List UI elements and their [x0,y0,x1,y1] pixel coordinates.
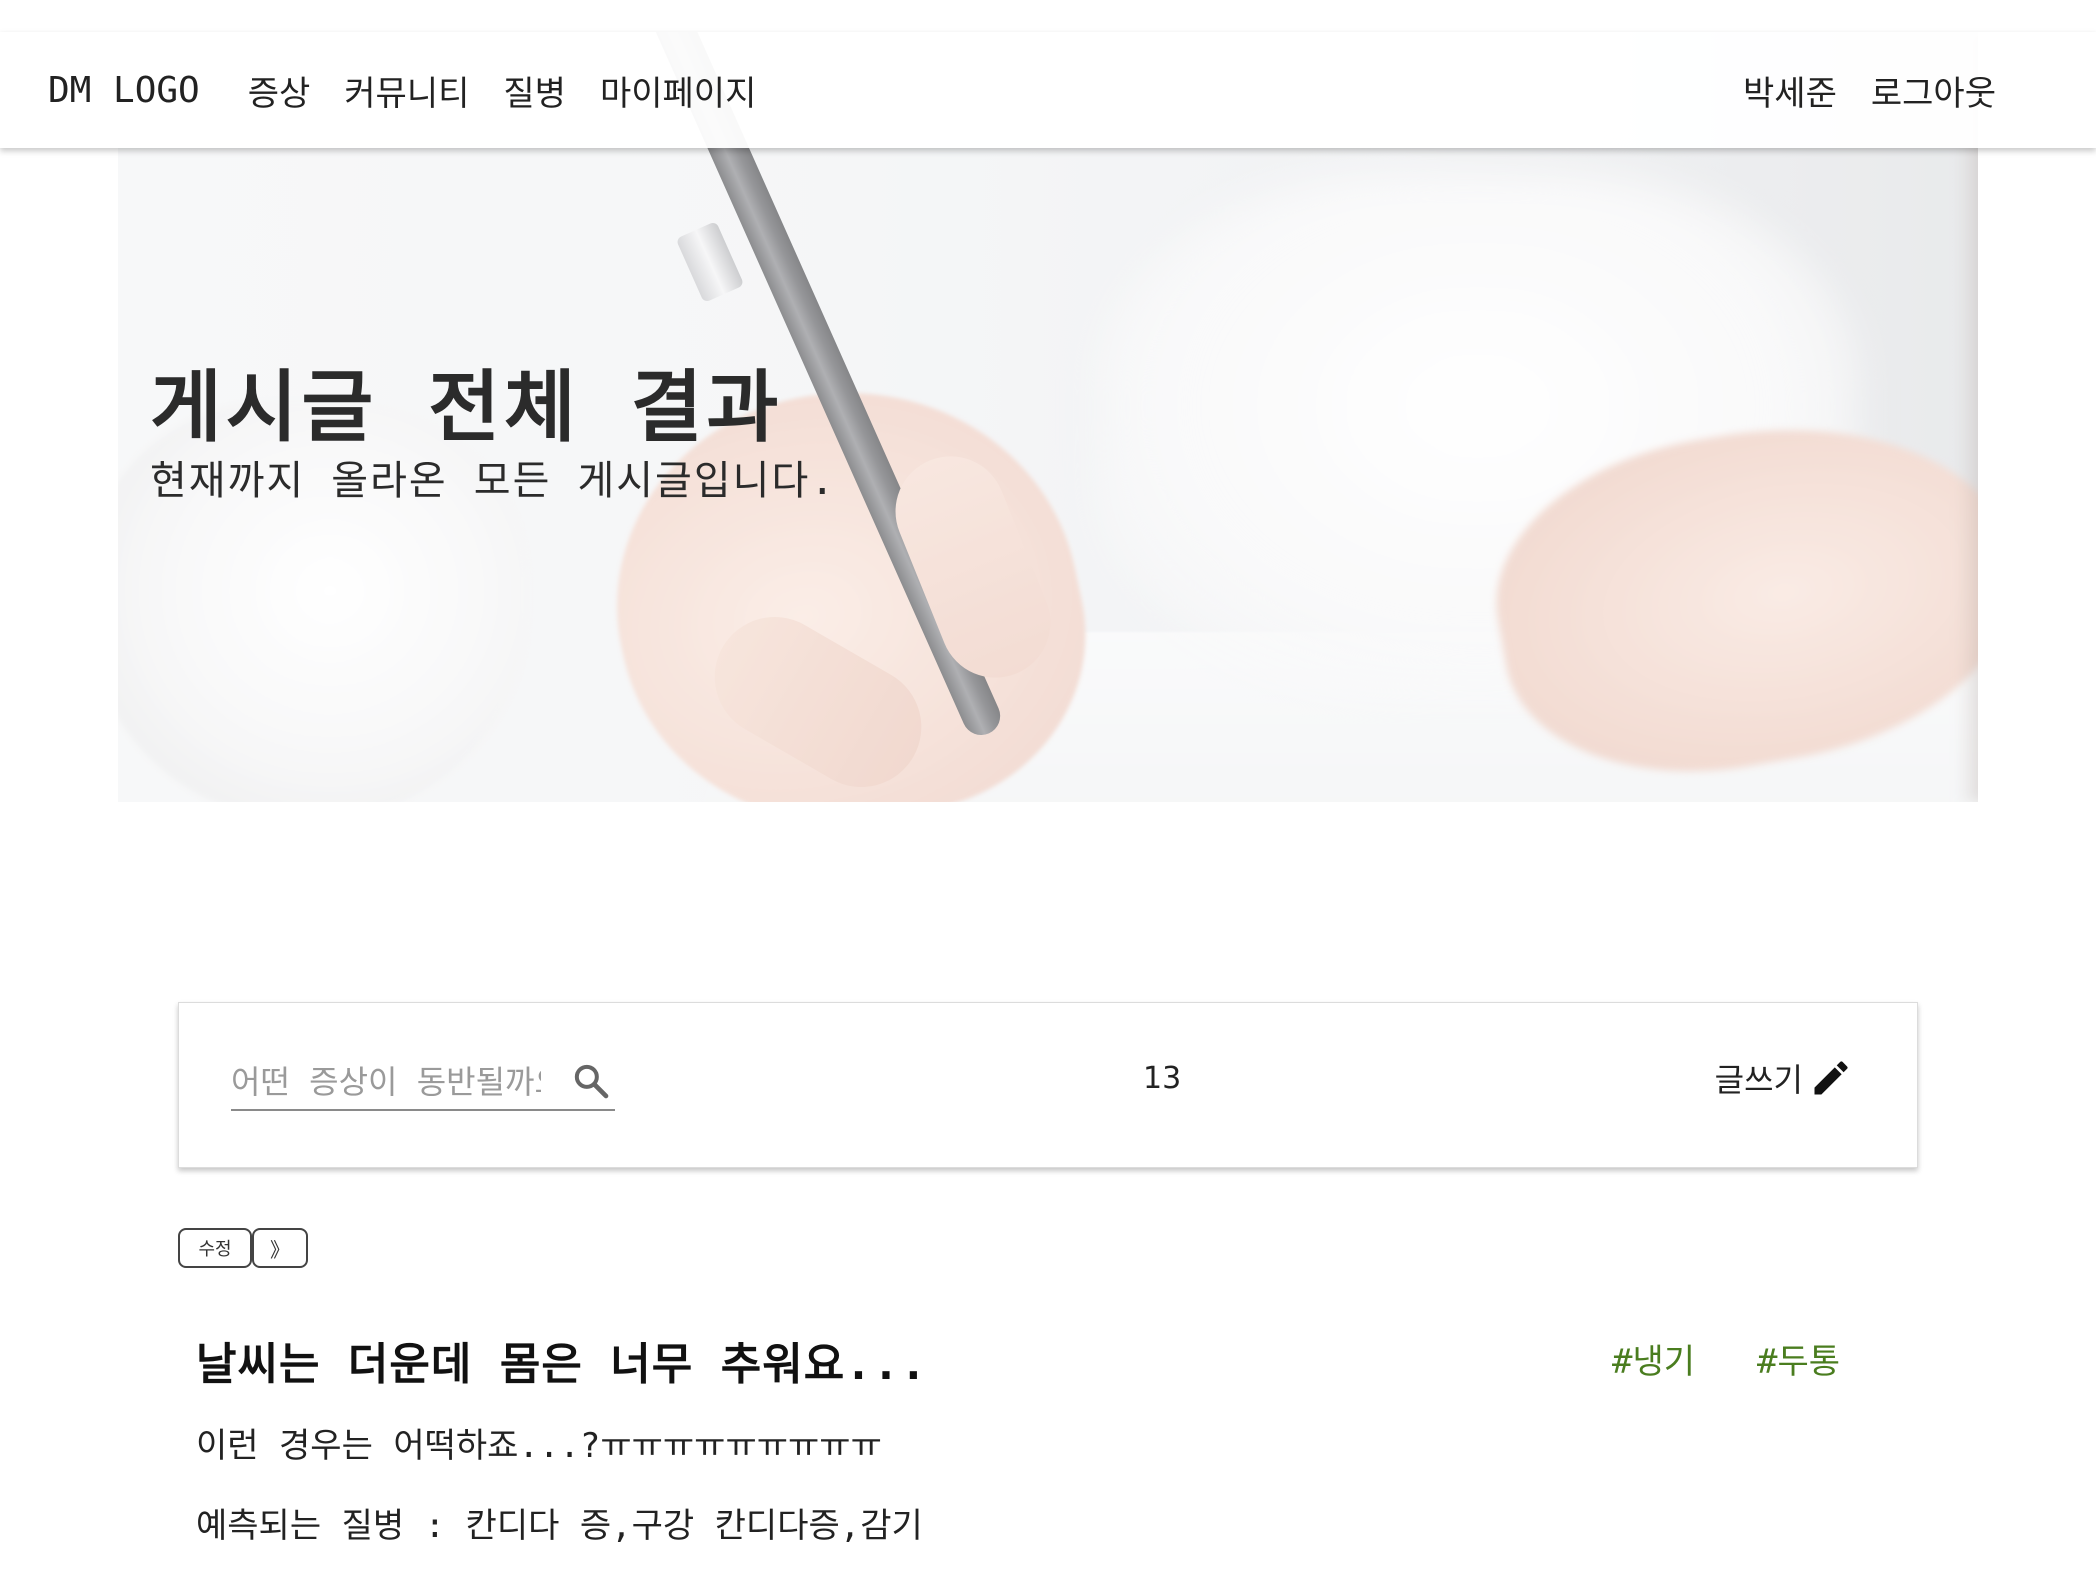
next-button[interactable]: 》 [252,1228,308,1268]
nav-links: 증상 커뮤니티 질병 마이페이지 [248,66,757,115]
pencil-icon [1814,1061,1848,1095]
post-tags: #냉기 #두통 [1612,1334,1840,1383]
nav-user-area: 박세준 로그아웃 [1743,66,1996,115]
post-predicted-diseases: 예측되는 질병 : 칸디다 증,구강 칸디다증,감기 [196,1506,923,1546]
logout-link[interactable]: 로그아웃 [1871,66,1996,115]
nav-link-community[interactable]: 커뮤니티 [344,66,469,115]
nav-link-symptoms[interactable]: 증상 [248,66,311,115]
top-navbar: DM LOGO 증상 커뮤니티 질병 마이페이지 박세준 로그아웃 [0,32,2096,148]
search-icon[interactable] [571,1061,611,1101]
search-input[interactable] [231,1063,541,1101]
search-field [231,1055,615,1111]
tag-headache[interactable]: #두통 [1757,1334,1840,1383]
edit-button[interactable]: 수정 [178,1228,252,1268]
write-button-label: 글쓰기 [1714,1061,1803,1099]
post-action-buttons: 수정 》 [178,1228,308,1268]
logo[interactable]: DM LOGO [48,70,200,111]
user-name-link[interactable]: 박세준 [1743,66,1837,115]
write-post-button[interactable]: 글쓰기 [1715,1055,1853,1101]
post-body: 이런 경우는 어떡하죠...?ㅠㅠㅠㅠㅠㅠㅠㅠㅠ [196,1426,882,1466]
page-subtitle: 현재까지 올라온 모든 게시글입니다. [150,458,837,504]
page-title: 게시글 전체 결과 [150,363,783,453]
search-panel: 13 글쓰기 [178,1002,1918,1168]
post-count: 13 [1143,1061,1182,1096]
nav-link-mypage[interactable]: 마이페이지 [600,66,756,115]
post-title[interactable]: 날씨는 더운데 몸은 너무 추워요... [196,1328,928,1392]
tag-chill[interactable]: #냉기 [1612,1334,1695,1383]
nav-link-disease[interactable]: 질병 [503,66,566,115]
